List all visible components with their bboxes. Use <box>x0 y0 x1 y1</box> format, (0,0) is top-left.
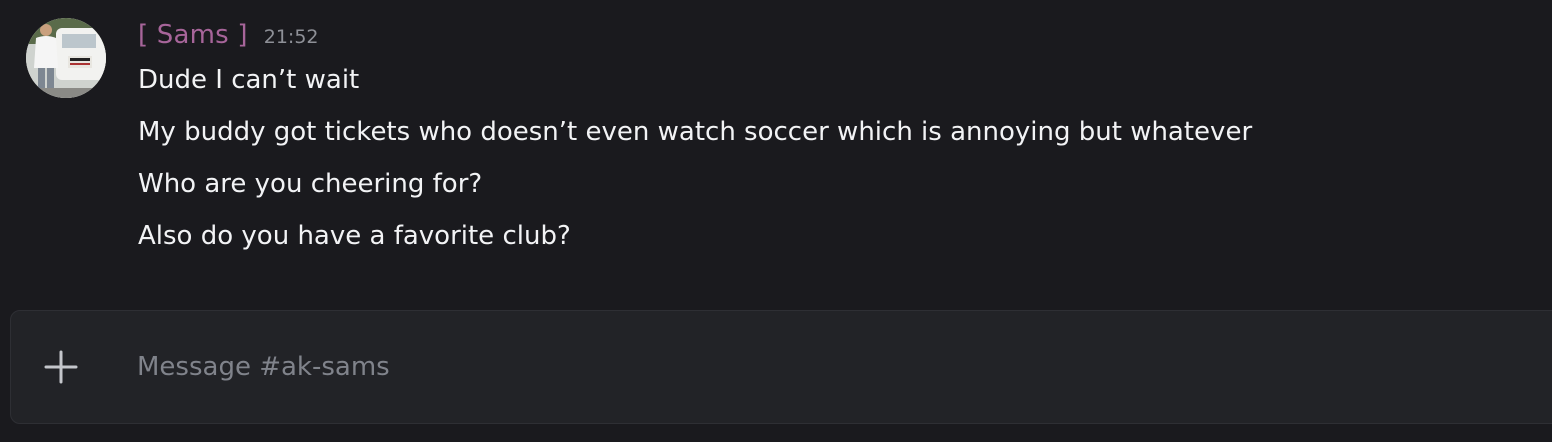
message-line: Dude I can’t wait <box>138 65 360 95</box>
username[interactable]: [ Sams ] <box>138 20 248 50</box>
message-header: [ Sams ] 21:52 <box>138 20 319 54</box>
message-line: My buddy got tickets who doesn’t even wa… <box>138 117 1253 147</box>
message-input[interactable] <box>137 347 1517 387</box>
message-line: Who are you cheering for? <box>138 169 483 199</box>
add-attachment-button[interactable] <box>41 347 81 387</box>
timestamp: 21:52 <box>263 26 319 48</box>
avatar[interactable] <box>26 18 106 98</box>
message-list: [ Sams ] 21:52 Dude I can’t wait My budd… <box>0 0 1552 300</box>
plus-icon <box>44 350 78 384</box>
message-composer <box>10 310 1552 424</box>
avatar-photo <box>26 18 106 98</box>
message-line: Also do you have a favorite club? <box>138 221 571 251</box>
